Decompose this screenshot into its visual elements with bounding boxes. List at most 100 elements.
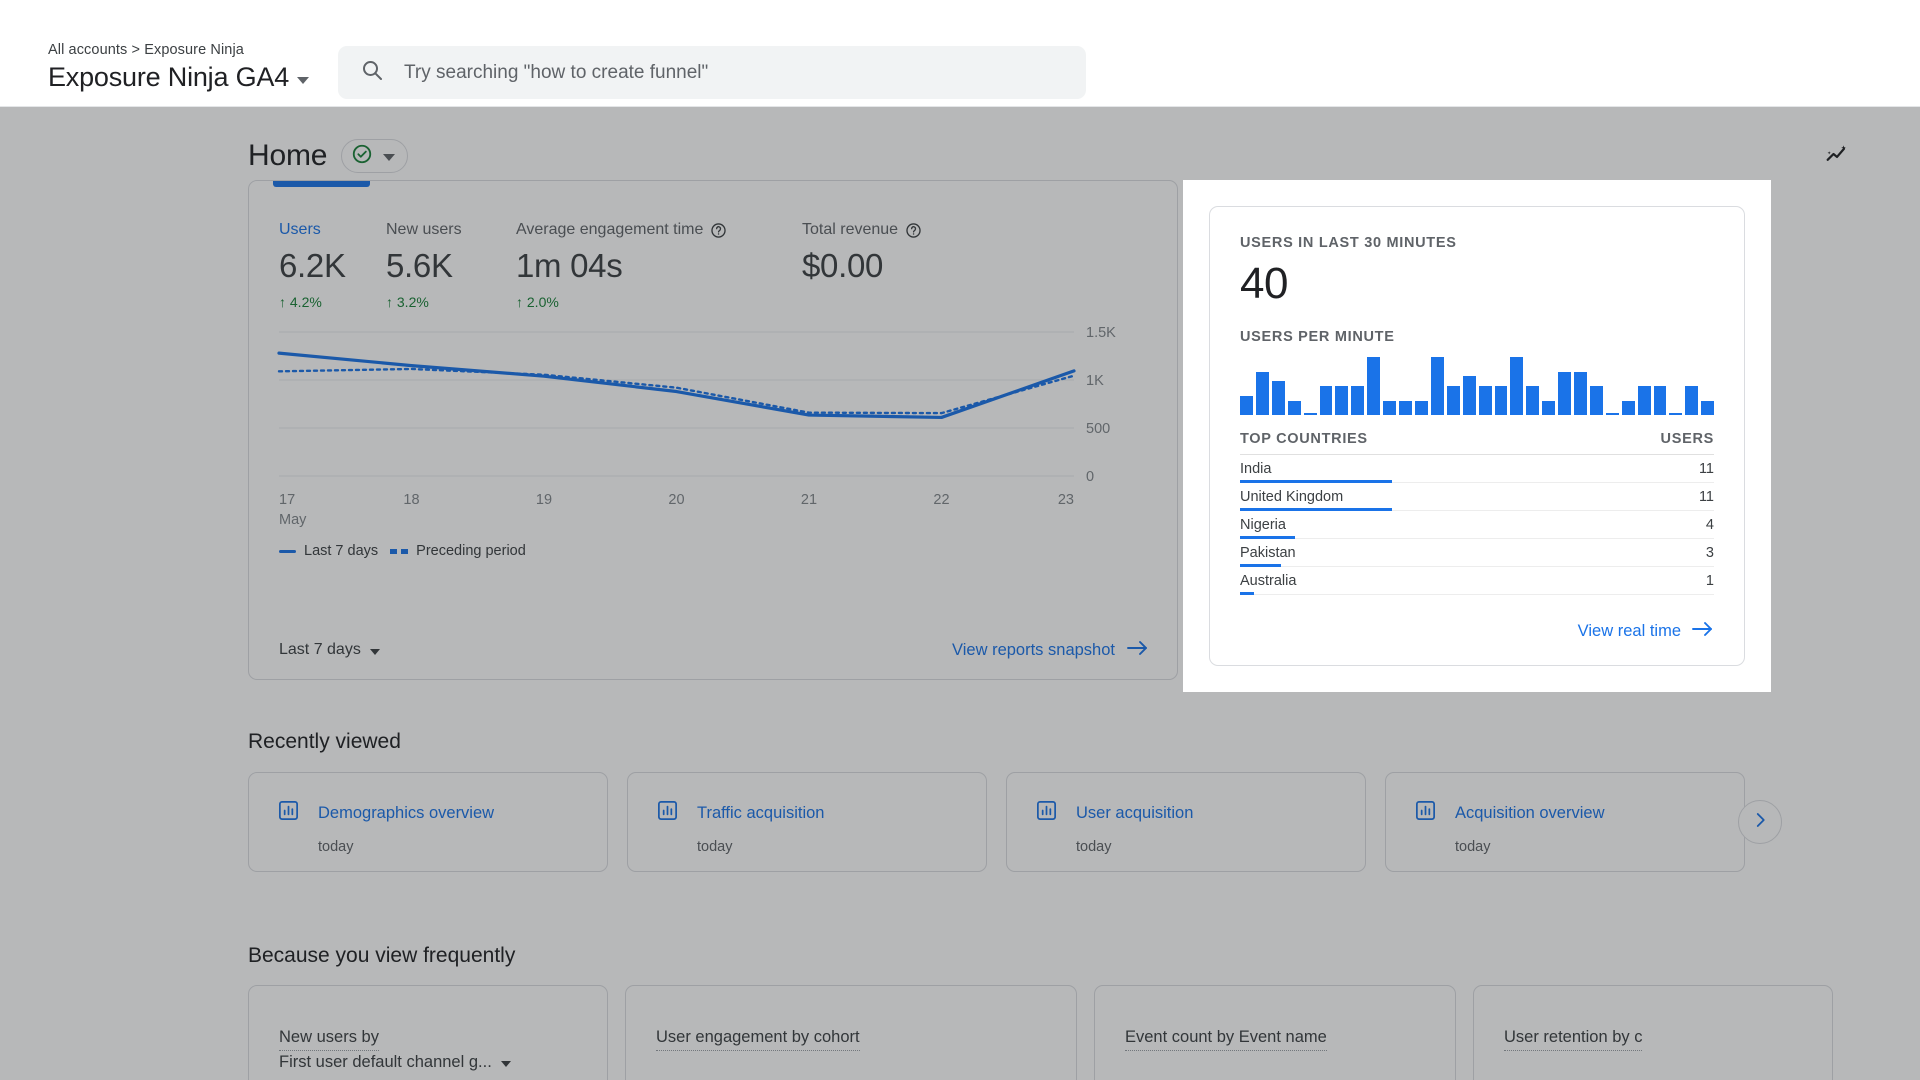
- metric-users[interactable]: Users 6.2K ↑ 4.2%: [279, 221, 386, 310]
- overview-card: Users 6.2K ↑ 4.2% New users 5.6K ↑ 3.2%: [248, 180, 1178, 680]
- ga4-home-page: All accounts > Exposure Ninja Exposure N…: [0, 0, 1920, 1080]
- frequent-card-event-count-by-event-name[interactable]: Event count by Event name: [1094, 985, 1456, 1080]
- arrow-right-icon: [1692, 620, 1714, 643]
- recent-card-demographics-overview[interactable]: Demographics overview today: [248, 772, 608, 872]
- recent-card-user-acquisition[interactable]: User acquisition today: [1006, 772, 1366, 872]
- date-range-selector[interactable]: Last 7 days: [279, 641, 380, 659]
- active-metric-indicator: [273, 181, 370, 187]
- users-per-minute-bar: [1351, 386, 1365, 415]
- recent-card-subtitle: today: [318, 839, 354, 855]
- recent-card-name: Acquisition overview: [1455, 803, 1605, 822]
- users-per-minute-bar: [1303, 413, 1317, 415]
- users-per-minute-bar: [1255, 371, 1269, 415]
- help-icon[interactable]: [905, 222, 922, 239]
- country-name: United Kingdom: [1240, 488, 1344, 505]
- users-per-minute-bar: [1367, 357, 1381, 415]
- metric-label-text: Total revenue: [802, 221, 899, 238]
- legend-label: Preceding period: [416, 543, 526, 559]
- country-name: Pakistan: [1240, 544, 1296, 561]
- view-reports-snapshot-link[interactable]: View reports snapshot: [952, 639, 1149, 662]
- country-users: 1: [1705, 572, 1714, 589]
- recently-viewed-next-button[interactable]: [1738, 800, 1782, 844]
- frequent-card-line1: Event count by Event name: [1125, 1026, 1327, 1052]
- insights-sparkle-icon: [1823, 140, 1851, 173]
- users-per-minute-bar: [1494, 386, 1508, 415]
- users-per-minute-sparkline[interactable]: [1240, 357, 1715, 415]
- users-per-minute-bar: [1685, 386, 1699, 415]
- users-per-minute-bar: [1637, 386, 1651, 415]
- frequent-card-line1: User engagement by cohort: [656, 1026, 860, 1052]
- account-name: Exposure Ninja GA4: [48, 62, 290, 92]
- users-per-minute-bar: [1669, 413, 1683, 415]
- metric-value: 5.6K: [386, 247, 453, 284]
- svg-text:22: 22: [933, 492, 949, 508]
- users-per-minute-bar: [1526, 386, 1540, 415]
- metric-total-revenue[interactable]: Total revenue $0.00: [802, 221, 922, 310]
- recent-card-traffic-acquisition[interactable]: Traffic acquisition today: [627, 772, 987, 872]
- insights-button[interactable]: [1814, 133, 1860, 179]
- metric-value: 6.2K: [279, 247, 346, 284]
- frequent-card-new-users-by[interactable]: New users by First user default channel …: [248, 985, 608, 1080]
- users-per-minute-bar: [1271, 381, 1285, 415]
- page-header: Home: [0, 107, 1920, 179]
- users-per-minute-bar: [1574, 371, 1587, 415]
- svg-text:20: 20: [668, 492, 684, 508]
- search-bar[interactable]: [338, 46, 1086, 99]
- account-selector[interactable]: All accounts > Exposure Ninja Exposure N…: [48, 42, 310, 93]
- recently-viewed-title: Recently viewed: [248, 730, 401, 753]
- realtime-users-label: USERS IN LAST 30 MINUTES: [1240, 235, 1457, 251]
- search-input[interactable]: [404, 61, 1064, 84]
- users-per-minute-bar: [1335, 386, 1349, 415]
- table-row[interactable]: Australia 1: [1240, 567, 1714, 595]
- metric-delta: ↑ 2.0%: [516, 294, 802, 310]
- metric-label: New users: [386, 221, 462, 238]
- help-icon[interactable]: [710, 222, 727, 239]
- users-per-minute-bar: [1478, 386, 1492, 415]
- metric-delta-value: 3.2%: [396, 294, 429, 310]
- frequent-card-line1: User retention by c: [1504, 1026, 1643, 1052]
- frequent-card-line1: New users by: [279, 1026, 379, 1052]
- recent-card-subtitle: today: [697, 839, 733, 855]
- status-badge[interactable]: [341, 139, 409, 173]
- svg-text:18: 18: [403, 492, 419, 508]
- metric-delta: ↑ 3.2%: [386, 294, 516, 310]
- frequent-section-title: Because you view frequently: [248, 944, 516, 967]
- recent-card-subtitle: today: [1455, 839, 1491, 855]
- table-row[interactable]: India 11: [1240, 455, 1714, 483]
- users-per-minute-bar: [1414, 400, 1428, 415]
- svg-text:1.5K: 1.5K: [1086, 325, 1116, 341]
- legend-item-last-7-days: Last 7 days: [279, 543, 378, 559]
- metric-avg-engagement-time[interactable]: Average engagement time 1m 04s ↑ 2.0%: [516, 221, 802, 310]
- frequent-card-user-engagement-by-cohort[interactable]: User engagement by cohort: [625, 985, 1077, 1080]
- caret-down-icon[interactable]: [500, 1061, 511, 1068]
- table-body: India 11 United Kingdom 11 Nigeria 4 Pakistan 3…: [1240, 455, 1714, 595]
- metric-label-text: Average engagement time: [516, 221, 704, 238]
- link-label: View real time: [1577, 622, 1681, 640]
- svg-text:19: 19: [536, 492, 552, 508]
- users-per-minute-bar: [1621, 400, 1635, 415]
- table-row[interactable]: Nigeria 4: [1240, 511, 1714, 539]
- recent-card-acquisition-overview[interactable]: Acquisition overview today: [1385, 772, 1745, 872]
- country-bar: [1240, 592, 1254, 595]
- users-trend-chart[interactable]: 0 500 1K 1.5K 17 18 19 20 21 22 23 May: [249, 324, 1177, 539]
- frequent-card-user-retention[interactable]: User retention by c: [1473, 985, 1833, 1080]
- view-real-time-link[interactable]: View real time: [1578, 620, 1714, 643]
- caret-down-icon: [383, 154, 396, 161]
- users-per-minute-bar: [1240, 395, 1253, 415]
- realtime-users-value: 40: [1240, 259, 1288, 308]
- caret-down-icon: [369, 648, 380, 655]
- metric-new-users[interactable]: New users 5.6K ↑ 3.2%: [386, 221, 516, 310]
- users-per-minute-bar: [1605, 413, 1619, 415]
- table-row[interactable]: Pakistan 3: [1240, 539, 1714, 567]
- metric-value: 1m 04s: [516, 247, 623, 284]
- recent-card-name: Demographics overview: [318, 803, 495, 822]
- column-header-country: TOP COUNTRIES: [1240, 431, 1368, 447]
- recent-card-name: User acquisition: [1076, 803, 1194, 822]
- metric-delta-value: 2.0%: [526, 294, 559, 310]
- page-title: Home: [248, 139, 328, 172]
- realtime-overview-card: USERS IN LAST 30 MINUTES 40 USERS PER MI…: [1183, 180, 1771, 692]
- users-per-minute-bar: [1510, 357, 1524, 415]
- users-per-minute-bar: [1589, 386, 1603, 415]
- users-per-minute-bar: [1701, 400, 1715, 415]
- table-row[interactable]: United Kingdom 11: [1240, 483, 1714, 511]
